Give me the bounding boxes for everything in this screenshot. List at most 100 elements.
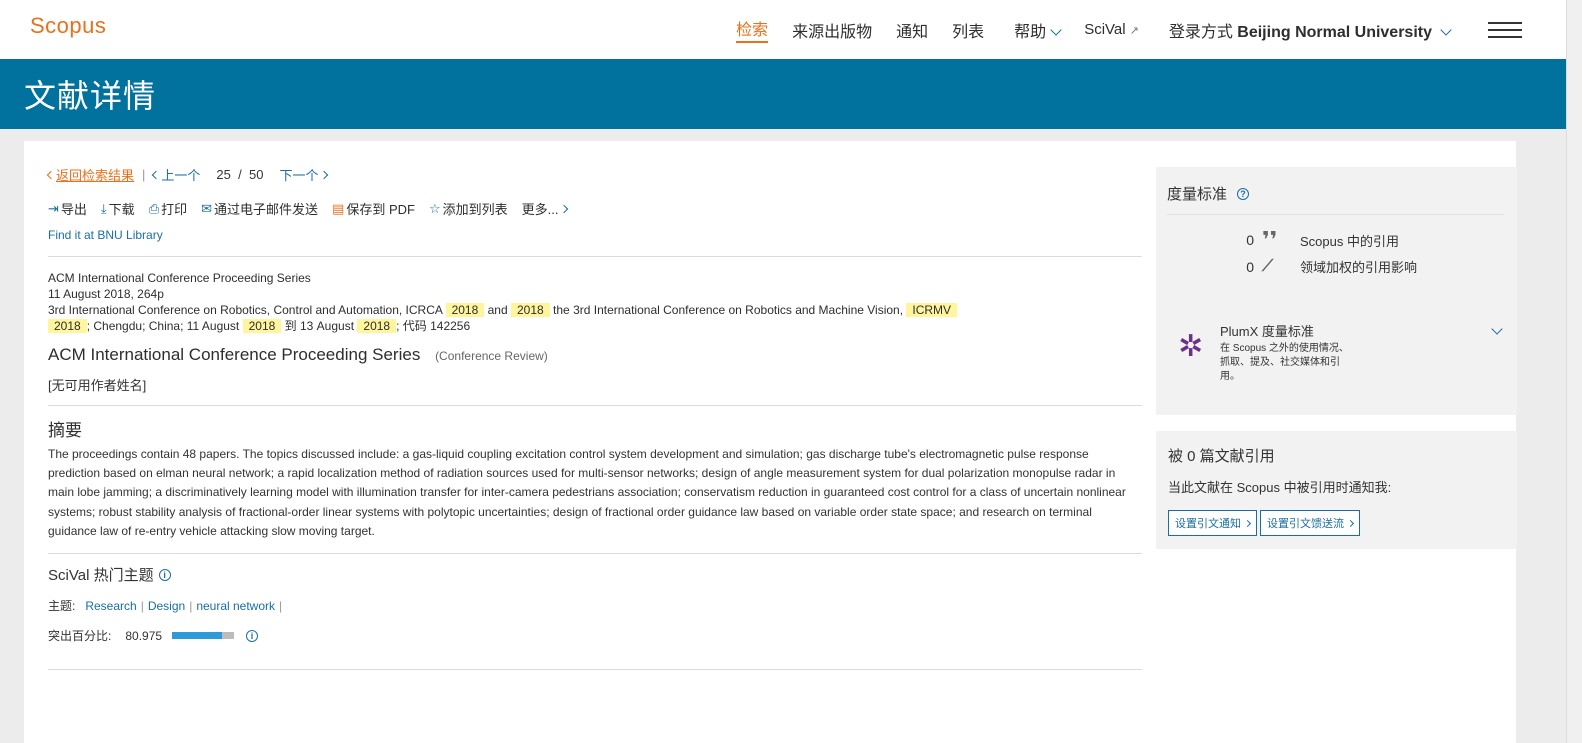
find-it-library-link[interactable]: Find it at BNU Library — [48, 228, 163, 242]
conference-info: 3rd International Conference on Robotics… — [48, 302, 1138, 318]
email-icon: ✉ — [201, 200, 213, 216]
export-label: 导出 — [60, 202, 87, 217]
pdf-icon: ▤ — [332, 200, 345, 216]
printer-icon: ⎙ — [148, 200, 160, 216]
divider — [48, 405, 1142, 406]
plumx-title: PlumX 度量标准 — [1220, 324, 1314, 339]
nav-lists[interactable]: 列表 — [952, 18, 984, 42]
document-type: (Conference Review) — [435, 349, 548, 363]
export-button[interactable]: ⇥ 导出 — [48, 199, 87, 218]
prominence-percentile: 突出百分比: 80.975 i — [48, 627, 259, 644]
chevron-down-icon — [1050, 23, 1062, 36]
cited-by-heading: 被 0 篇文献引用 — [1168, 448, 1275, 465]
nav-alerts[interactable]: 通知 — [896, 18, 928, 42]
export-icon: ⇥ — [48, 200, 59, 216]
chevron-right-icon — [560, 204, 569, 213]
nav-search[interactable]: 检索 — [736, 16, 769, 43]
citations-label: Scopus 中的引用 — [1300, 233, 1399, 249]
search-highlight: ICRMV — [906, 303, 958, 317]
back-to-results-link[interactable]: 返回检索结果 — [56, 165, 134, 184]
topic-link[interactable]: Design — [148, 599, 185, 613]
download-icon: ⤓ — [100, 200, 107, 216]
abstract-heading: 摘要 — [48, 421, 82, 440]
scopus-logo[interactable]: Scopus — [30, 13, 106, 39]
hamburger-menu-icon[interactable] — [1488, 21, 1522, 38]
more-label: 更多... — [521, 202, 559, 217]
search-highlight: 2018 — [48, 319, 87, 333]
quote-icon: ❜❜ — [1262, 227, 1278, 252]
print-label: 打印 — [161, 202, 188, 217]
plumx-icon: ✲ — [1178, 330, 1204, 363]
citations-count: 0 — [1246, 232, 1254, 248]
scival-heading-text: SciVal 热门主题 — [48, 567, 154, 584]
help-icon[interactable]: ? — [1237, 187, 1250, 200]
nav-help-label: 帮助 — [1014, 23, 1047, 41]
vertical-scrollbar[interactable] — [1566, 0, 1582, 743]
scopus-citations-metric[interactable]: 0 ❜❜ Scopus 中的引用 — [1234, 227, 1399, 253]
search-highlight: 2018 — [511, 303, 550, 317]
document-title: ACM International Conference Proceeding … — [48, 345, 548, 365]
scale-icon: ⟋ — [1262, 257, 1274, 275]
top-navigation-bar: Scopus 检索 来源出版物 通知 列表 帮助 SciVal ↗ 登录方式 Be… — [0, 0, 1566, 59]
abstract-text: The proceedings contain 48 papers. The t… — [48, 447, 1126, 538]
login-prefix: 登录方式 — [1168, 23, 1233, 41]
more-button[interactable]: 更多... — [521, 199, 569, 218]
set-citation-feed-button[interactable]: 设置引文馈送流 — [1260, 510, 1360, 536]
fwci-metric[interactable]: 0 ⟋ 领域加权的引用影响 — [1234, 257, 1417, 276]
chevron-right-icon — [1243, 519, 1252, 527]
citation-alert-label: 设置引文通知 — [1175, 518, 1241, 530]
cited-by-description: 当此文献在 Scopus 中被引用时通知我: — [1168, 480, 1392, 495]
fwci-label: 领域加权的引用影响 — [1300, 260, 1418, 275]
source-series: ACM International Conference Proceeding … — [48, 271, 311, 285]
page-title-bar: 文献详情 — [0, 59, 1566, 129]
nav-scival-label: SciVal — [1084, 21, 1126, 38]
set-citation-alert-button[interactable]: 设置引文通知 — [1168, 510, 1257, 536]
page-title: 文献详情 — [24, 78, 157, 114]
metrics-heading: 度量标准 ? — [1167, 183, 1250, 204]
chevron-left-icon — [152, 170, 161, 179]
chevron-right-icon — [1346, 519, 1355, 527]
info-icon[interactable]: i — [246, 629, 259, 642]
star-icon: ☆ — [428, 200, 441, 216]
prominence-bar — [172, 632, 235, 639]
divider: | — [142, 167, 146, 182]
nav-help[interactable]: 帮助 — [1014, 18, 1062, 42]
chevron-down-icon — [1440, 23, 1452, 36]
nav-scival[interactable]: SciVal ↗ — [1084, 21, 1139, 38]
email-button[interactable]: ✉ 通过电子邮件发送 — [201, 199, 318, 218]
download-label: 下载 — [108, 202, 135, 217]
cited-by-panel: 被 0 篇文献引用 当此文献在 Scopus 中被引用时通知我: 设置引文通知 … — [1156, 431, 1517, 549]
search-highlight: 2018 — [445, 303, 485, 317]
total-results: 50 — [248, 167, 264, 182]
cited-by-actions: 设置引文通知 设置引文馈送流 — [1168, 510, 1363, 536]
nav-login[interactable]: 登录方式 Beijing Normal University — [1168, 18, 1452, 42]
prominence-label: 突出百分比: — [48, 629, 112, 643]
topics-label: 主题: — [48, 599, 76, 613]
info-icon[interactable]: i — [158, 568, 171, 581]
chevron-down-icon[interactable] — [1491, 323, 1503, 335]
main-nav: 检索 来源出版物 通知 列表 帮助 SciVal ↗ 登录方式 Beijing N… — [712, 0, 1566, 59]
print-button[interactable]: ⎙ 打印 — [149, 199, 187, 218]
chevron-right-icon — [320, 170, 329, 179]
search-highlight: 2018 — [242, 319, 282, 333]
topic-link[interactable]: Research — [85, 599, 136, 613]
add-to-list-button[interactable]: ☆ 添加到列表 — [429, 199, 508, 218]
source-info: ACM International Conference Proceeding … — [48, 270, 1138, 334]
citation-feed-label: 设置引文馈送流 — [1267, 518, 1344, 530]
divider — [48, 553, 1142, 554]
login-institution: Beijing Normal University — [1237, 23, 1432, 41]
download-button[interactable]: ⤓ 下载 — [101, 199, 135, 218]
email-label: 通过电子邮件发送 — [214, 202, 319, 217]
save-pdf-label: 保存到 PDF — [346, 202, 415, 217]
previous-link[interactable]: 上一个 — [161, 165, 200, 184]
conference-location: 2018; Chengdu; China; 11 August 2018 到 1… — [48, 318, 1138, 334]
save-pdf-button[interactable]: ▤ 保存到 PDF — [332, 199, 415, 218]
result-position: 25 / 50 — [216, 167, 263, 182]
divider — [1167, 214, 1504, 215]
document-toolbar: ⇥ 导出 ⤓ 下载 ⎙ 打印 ✉ 通过电子邮件发送 ▤ 保存到 PDF ☆ 添加到列表 更多… — [48, 199, 581, 218]
topic-list: 主题: Research | Design | neural network | — [48, 598, 283, 614]
source-date-pages: 11 August 2018, 264p — [48, 287, 164, 301]
topic-link[interactable]: neural network — [196, 599, 275, 613]
next-link[interactable]: 下一个 — [279, 165, 318, 184]
nav-sources[interactable]: 来源出版物 — [792, 18, 872, 42]
